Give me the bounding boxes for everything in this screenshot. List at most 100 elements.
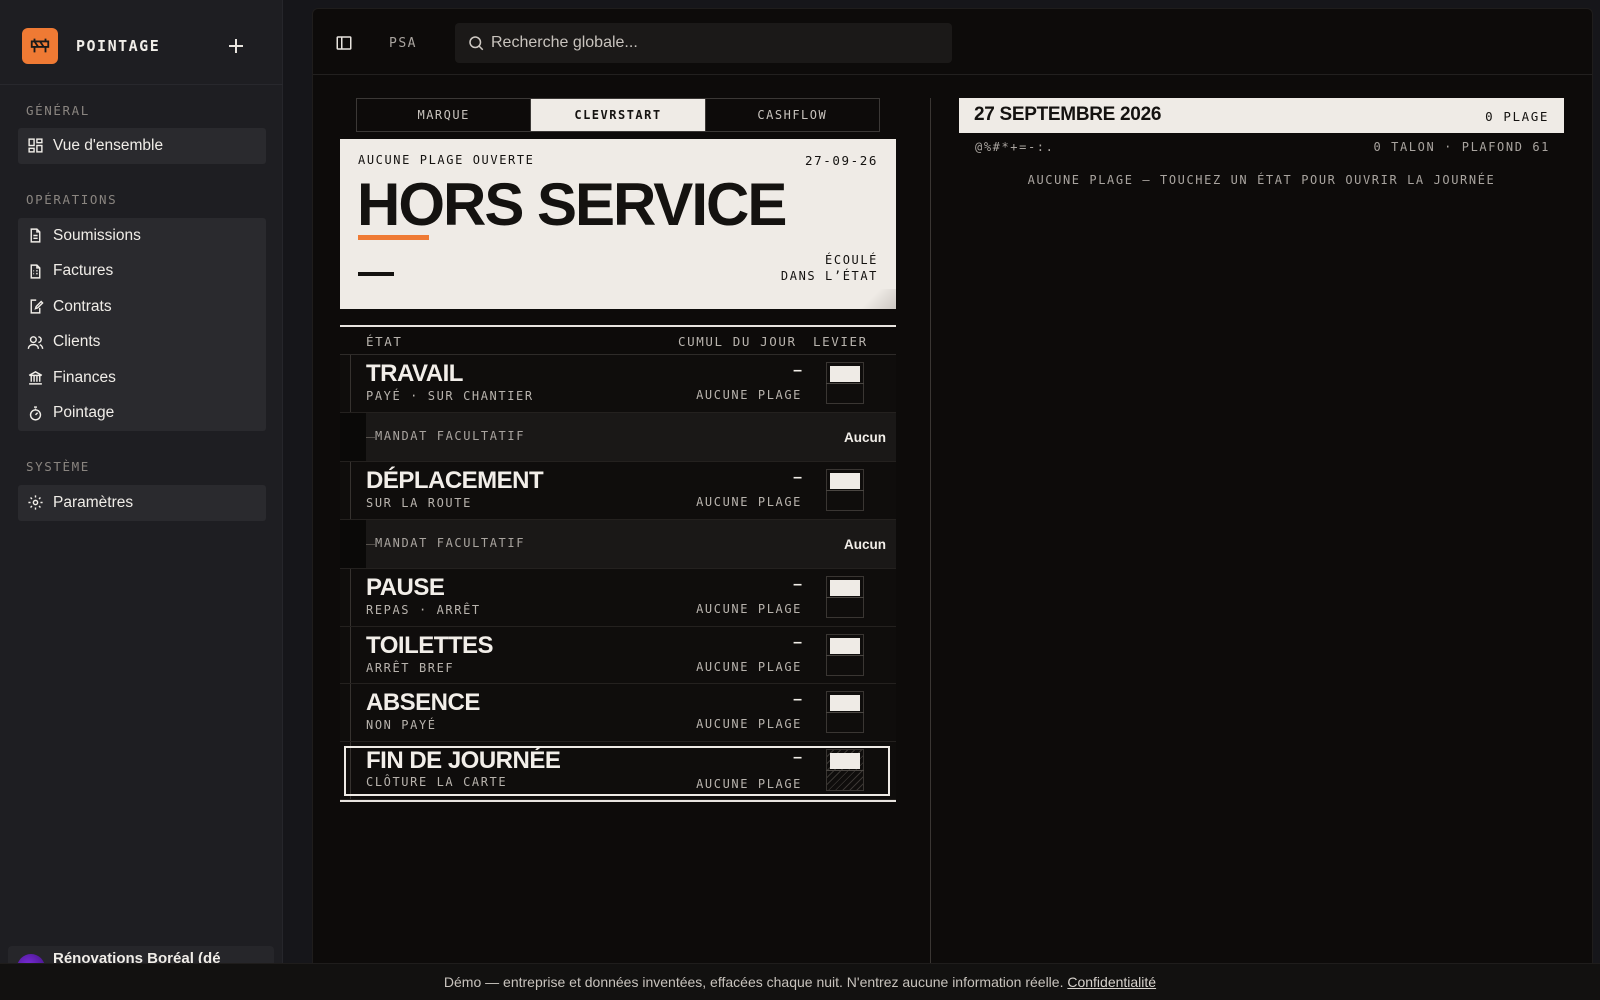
tab-clevrstart[interactable]: CLEVRSTART	[531, 99, 706, 131]
state-plage: AUCUNE PLAGE	[696, 659, 802, 674]
state-plage: AUCUNE PLAGE	[696, 776, 802, 791]
lever-toggle[interactable]	[826, 469, 864, 511]
state-row-pause[interactable]: PAUSE REPAS · ARRÊT – AUCUNE PLAGE	[340, 569, 896, 627]
mandat-row[interactable]: MANDAT FACULTATIF Aucun	[340, 519, 896, 569]
lever-toggle[interactable]	[826, 362, 864, 404]
bank-icon	[28, 371, 43, 385]
main-panel: PSA MARQUE CLEVRSTART CASHFLOW AUCUNE PL…	[312, 8, 1593, 1000]
lever-toggle[interactable]	[826, 633, 864, 676]
state-row-travail[interactable]: TRAVAIL PAYÉ · SUR CHANTIER – AUCUNE PLA…	[340, 355, 896, 413]
sidebar-item-contrats[interactable]: Contrats	[18, 289, 266, 325]
elapsed-label: ÉCOULÉ	[825, 253, 878, 267]
state-row-fin-de-journee[interactable]: FIN DE JOURNÉE CLÔTURE LA CARTE – AUCUNE…	[340, 741, 896, 800]
sidebar-item-label: Vue d'ensemble	[53, 136, 164, 154]
contract-edit-icon	[30, 299, 44, 314]
state-plage: AUCUNE PLAGE	[696, 495, 802, 509]
dashboard-icon	[28, 138, 43, 153]
section-title-general: GÉNÉRAL	[26, 103, 90, 118]
search-icon	[469, 36, 484, 51]
state-name: TRAVAIL	[366, 360, 463, 387]
divider	[0, 84, 283, 85]
breadcrumb[interactable]: PSA	[389, 36, 417, 51]
mandat-label: MANDAT FACULTATIF	[375, 428, 526, 443]
state-sub: SUR LA ROUTE	[366, 496, 472, 510]
lever-toggle[interactable]	[826, 748, 864, 791]
density-ramp: @%#*+=-:.	[975, 140, 1055, 154]
state-plage: AUCUNE PLAGE	[696, 388, 802, 402]
sidebar-item-parametres[interactable]: Paramètres	[18, 485, 266, 521]
sidebar-item-soumissions[interactable]: Soumissions	[18, 218, 266, 254]
accent-bar	[358, 235, 429, 240]
mandat-select[interactable]: Aucun	[844, 430, 886, 445]
state-cumul: –	[793, 633, 802, 651]
roadblock-icon	[22, 28, 58, 64]
search-input[interactable]	[491, 31, 931, 55]
state-row-toilettes[interactable]: TOILETTES ARRÊT BREF – AUCUNE PLAGE	[340, 626, 896, 684]
sidebar-item-label: Pointage	[53, 404, 115, 422]
section-title-system: SYSTÈME	[26, 459, 90, 474]
mandat-inner: MANDAT FACULTATIF Aucun	[366, 412, 896, 461]
elapsed-label-state: DANS L’ÉTAT	[780, 269, 878, 283]
state-sub: NON PAYÉ	[366, 718, 437, 732]
header-cumul: CUMUL DU JOUR	[678, 334, 797, 349]
mandat-select[interactable]: Aucun	[844, 537, 886, 552]
plus-icon[interactable]	[224, 34, 248, 58]
state-name: PAUSE	[366, 574, 445, 601]
users-icon	[27, 335, 44, 349]
sidebar-item-label: Soumissions	[53, 226, 141, 244]
plage-count: 0 PLAGE	[1485, 109, 1549, 124]
brand[interactable]: POINTAGE	[22, 28, 160, 64]
state-row-absence[interactable]: ABSENCE NON PAYÉ – AUCUNE PLAGE	[340, 684, 896, 742]
state-cumul: –	[793, 576, 802, 593]
state-name: FIN DE JOURNÉE	[366, 746, 561, 774]
status-title: HORS SERVICE	[357, 171, 787, 238]
elapsed-dash	[358, 272, 394, 276]
lever-toggle[interactable]	[826, 576, 864, 618]
sidebar-item-overview[interactable]: Vue d'ensemble	[18, 128, 266, 164]
tab-cashflow[interactable]: CASHFLOW	[706, 99, 879, 131]
sidebar-item-factures[interactable]: Factures	[18, 254, 266, 290]
global-search[interactable]	[455, 23, 952, 63]
privacy-link[interactable]: Confidentialité	[1067, 974, 1156, 990]
nav-group-operations: Soumissions Factures Contrats Clients Fi…	[18, 218, 266, 431]
lever-toggle[interactable]	[826, 691, 864, 733]
sidebar-item-pointage[interactable]: Pointage	[18, 396, 266, 432]
state-row-deplacement[interactable]: DÉPLACEMENT SUR LA ROUTE – AUCUNE PLAGE	[340, 462, 896, 520]
invoice-icon	[30, 264, 41, 279]
sidebar-item-clients[interactable]: Clients	[18, 325, 266, 361]
state-cumul: –	[793, 469, 802, 486]
nav-group-system: Paramètres	[18, 485, 266, 521]
state-name: TOILETTES	[366, 631, 494, 659]
topbar: PSA	[313, 9, 1592, 75]
sidebar-item-finances[interactable]: Finances	[18, 360, 266, 396]
header-state: ÉTAT	[366, 334, 403, 349]
day-header: 27 SEPTEMBRE 2026 0 PLAGE	[959, 98, 1564, 133]
state-cumul: –	[793, 362, 802, 379]
mandat-row[interactable]: MANDAT FACULTATIF Aucun	[340, 412, 896, 462]
sidebar-item-label: Finances	[53, 368, 116, 386]
sidebar-item-label: Paramètres	[53, 493, 134, 511]
status-text: AUCUNE PLAGE OUVERTE	[358, 153, 535, 167]
state-sub: ARRÊT BREF	[366, 660, 455, 675]
state-plage: AUCUNE PLAGE	[696, 602, 802, 616]
states-table: ÉTAT CUMUL DU JOUR LEVIER TRAVAIL PAYÉ ·…	[340, 325, 896, 802]
state-cumul: –	[793, 748, 802, 766]
empty-state-message: AUCUNE PLAGE — TOUCHEZ UN ÉTAT POUR OUVR…	[1027, 173, 1496, 187]
sidebar-item-label: Clients	[53, 333, 101, 351]
table-header: ÉTAT CUMUL DU JOUR LEVIER	[340, 327, 896, 355]
status-date: 27-09-26	[804, 153, 878, 168]
nav-group-general: Vue d'ensemble	[18, 128, 266, 164]
sidebar-item-label: Factures	[53, 262, 114, 280]
state-name: ABSENCE	[366, 689, 480, 716]
state-plage: AUCUNE PLAGE	[696, 717, 802, 731]
talon-plafond: 0 TALON · PLAFOND 61	[1373, 140, 1550, 154]
sidebar-item-label: Contrats	[53, 297, 112, 315]
state-sub: CLÔTURE LA CARTE	[366, 774, 508, 789]
mandat-label: MANDAT FACULTATIF	[375, 535, 526, 550]
gear-icon	[28, 495, 43, 510]
header-lever: LEVIER	[813, 334, 868, 349]
tab-marque[interactable]: MARQUE	[357, 99, 532, 131]
sidebar-toggle-icon[interactable]	[335, 34, 353, 52]
state-sub: PAYÉ · SUR CHANTIER	[366, 389, 534, 403]
demo-footer: Démo — entreprise et données inventées, …	[0, 963, 1600, 1000]
